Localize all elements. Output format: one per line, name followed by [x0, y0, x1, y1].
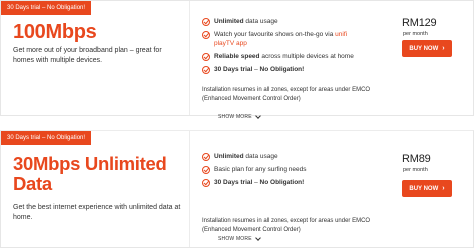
feature-list: Unlimited data usage Basic plan for any …: [202, 152, 362, 191]
feature-item: 30 Days trial – No Obligation!: [202, 65, 362, 74]
plan-description: Get the best internet experience with un…: [13, 204, 181, 221]
buy-now-label: BUY NOW: [409, 185, 439, 192]
feature-list: Unlimited data usage Watch your favourit…: [202, 17, 362, 78]
plan-card-100mbps: 30 Days trial – No Obligation! 100Mbps G…: [0, 0, 474, 116]
plan-title: 100Mbps: [13, 21, 97, 43]
plan-price: RM89: [402, 153, 431, 165]
show-more-toggle[interactable]: SHOW MORE: [218, 113, 261, 120]
plan-title: 30Mbps Unlimited Data: [13, 154, 167, 194]
plan-price: RM129: [402, 17, 437, 29]
feature-bold: Unlimited: [214, 153, 244, 160]
feature-bold: No Obligation!: [259, 66, 305, 73]
plan-card-30mbps: 30 Days trial – No Obligation! 30Mbps Un…: [0, 130, 474, 248]
feature-bold: 30 Days trial: [214, 179, 253, 186]
price-period: per month: [403, 31, 428, 37]
feature-text: data usage: [243, 153, 278, 160]
installation-note: Installation resumes in all zones, excep…: [202, 218, 371, 233]
promo-badge: 30 Days trial – No Obligation!: [1, 131, 92, 145]
feature-item: Unlimited data usage: [202, 152, 362, 161]
chevron-down-icon: [254, 235, 261, 241]
check-circle-icon: [202, 178, 210, 187]
check-circle-icon: [202, 52, 210, 61]
feature-text: Watch your favourite shows on-the-go via: [214, 31, 336, 38]
show-more-label: SHOW MORE: [218, 236, 252, 242]
buy-now-label: BUY NOW: [409, 45, 439, 52]
feature-bold: Unlimited: [214, 18, 244, 25]
check-circle-icon: [202, 30, 210, 39]
chevron-down-icon: [254, 113, 261, 119]
feature-item: Basic plan for any surfing needs: [202, 165, 362, 174]
plan-description: Get more out of your broadband plan – gr…: [13, 47, 162, 64]
check-circle-icon: [202, 152, 210, 161]
feature-text: data usage: [243, 18, 278, 25]
check-circle-icon: [202, 65, 210, 74]
feature-text: across multiple devices at home: [259, 53, 354, 60]
feature-text: –: [252, 179, 260, 186]
feature-item: Watch your favourite shows on-the-go via…: [202, 30, 362, 48]
feature-item: Unlimited data usage: [202, 17, 362, 26]
show-more-toggle[interactable]: SHOW MORE: [218, 235, 261, 242]
buy-now-button[interactable]: BUY NOW ›: [402, 40, 452, 57]
price-period: per month: [403, 167, 428, 173]
installation-note: Installation resumes in all zones, excep…: [202, 87, 371, 102]
plan-title-line: Data: [13, 173, 52, 194]
feature-bold: Reliable speed: [214, 53, 260, 60]
feature-text: –: [252, 66, 260, 73]
plan-summary: 30 Days trial – No Obligation! 100Mbps G…: [1, 1, 190, 115]
chevron-right-icon: ›: [442, 45, 445, 52]
show-more-label: SHOW MORE: [218, 114, 252, 120]
feature-item: Reliable speed across multiple devices a…: [202, 52, 362, 61]
feature-bold: 30 Days trial: [214, 66, 253, 73]
feature-bold: No Obligation!: [259, 179, 305, 186]
chevron-right-icon: ›: [442, 185, 445, 192]
feature-text: Basic plan for any surfing needs: [214, 166, 307, 173]
check-circle-icon: [202, 165, 210, 174]
plan-summary: 30 Days trial – No Obligation! 30Mbps Un…: [1, 131, 190, 247]
plan-title-line: 30Mbps Unlimited: [13, 153, 167, 174]
check-circle-icon: [202, 17, 210, 26]
buy-now-button[interactable]: BUY NOW ›: [402, 180, 452, 197]
feature-item: 30 Days trial – No Obligation!: [202, 178, 362, 187]
promo-badge: 30 Days trial – No Obligation!: [1, 1, 92, 15]
